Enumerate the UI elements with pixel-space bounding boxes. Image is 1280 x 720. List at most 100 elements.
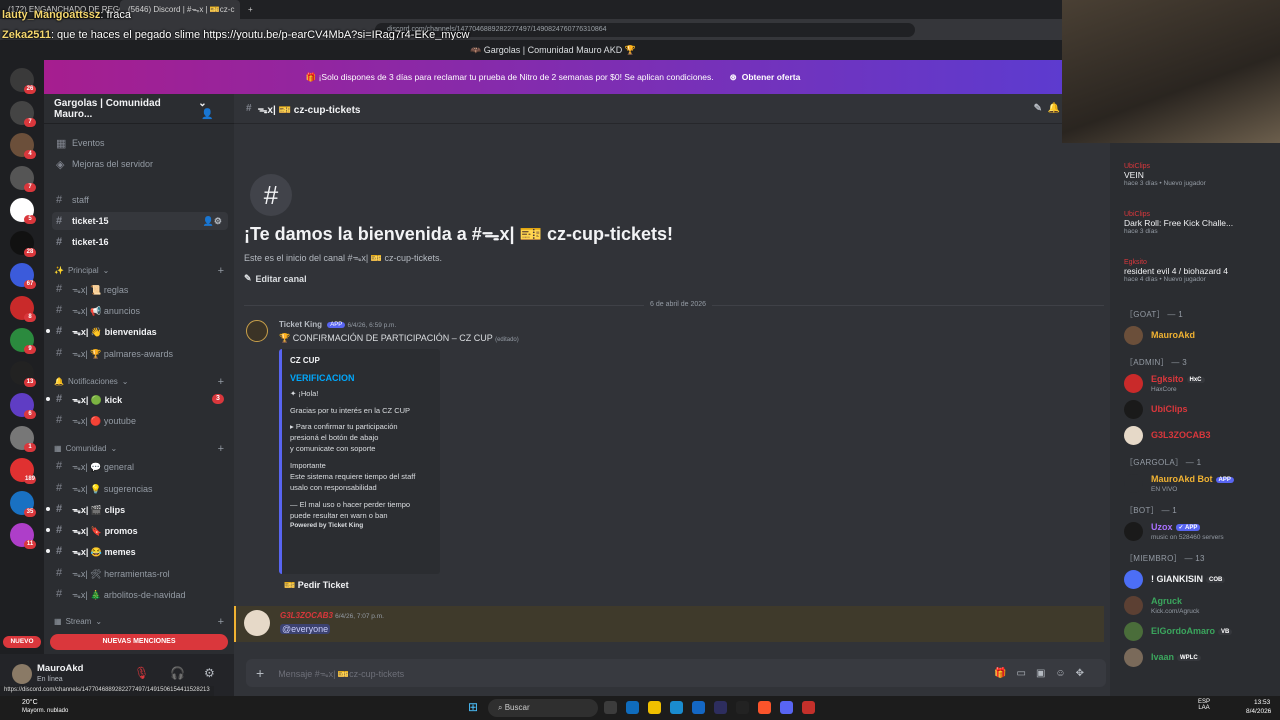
avatar xyxy=(1124,570,1143,589)
member-row[interactable]: Uzox ✓ APP music on 528460 servers xyxy=(1124,519,1278,545)
add-channel-icon[interactable]: + xyxy=(218,616,224,628)
app-icon[interactable] xyxy=(626,701,639,714)
app-icon[interactable] xyxy=(692,701,705,714)
category-comunidad[interactable]: ▦ Comunidad ⌄ + xyxy=(54,443,224,455)
app-icon[interactable] xyxy=(736,701,749,714)
channel-label: ᯓx| 🏆 palmares-awards xyxy=(72,348,173,359)
channel-ticket-15[interactable]: # ticket-15 👤⚙ xyxy=(52,212,228,230)
member-row[interactable]: ! GIANKISIN COB xyxy=(1124,567,1278,593)
channel-label: ᯓx| 📢 anuncios xyxy=(72,305,140,316)
app-icon[interactable] xyxy=(714,701,727,714)
embed-line: y comunicate con soporte xyxy=(290,444,376,454)
discord-icon[interactable] xyxy=(780,701,793,714)
server-badge: 7 xyxy=(24,117,36,127)
member-row[interactable]: UbiClips xyxy=(1124,397,1278,423)
category-stream[interactable]: ▦ Stream ⌄ + xyxy=(54,616,224,628)
member-status: EN VIVO xyxy=(1151,486,1178,493)
member-row[interactable]: MauroAkd xyxy=(1124,323,1278,349)
category-principal[interactable]: ✨ Principal ⌄ + xyxy=(54,265,224,277)
channel-memes[interactable]: # ᯓx| 😂 memes xyxy=(46,542,228,560)
category-notificaciones[interactable]: 🔔 Notificaciones ⌄ + xyxy=(54,376,224,388)
channel-label: ᯓx| 👋 bienvenidas xyxy=(72,326,157,337)
member-row[interactable]: Egksito HxC HaxCore xyxy=(1124,371,1278,397)
channel-clips[interactable]: # ᯓx| 🎬 clips xyxy=(46,500,228,518)
app-icon[interactable] xyxy=(802,701,815,714)
ticket-king-avatar[interactable] xyxy=(246,320,268,342)
add-member-icon[interactable]: ⌄ 👤 xyxy=(198,98,224,120)
activity-card[interactable]: Egksito resident evil 4 / biohazard 4 hace… xyxy=(1124,259,1274,283)
channel-herramientas[interactable]: # ᯓx| 🛠 herramientas-rol xyxy=(52,564,228,582)
channel-label: ᯓx| 😂 memes xyxy=(72,546,136,557)
channel-general[interactable]: # ᯓx| 💬 general xyxy=(52,457,228,475)
member-row[interactable]: ElGordoAmaro VB xyxy=(1124,619,1278,645)
member-row[interactable]: G3L3ZOCAB3 xyxy=(1124,423,1278,449)
browser-tab-active[interactable]: (5646) Discord | #ᯓx | 🎫cz-c xyxy=(120,0,240,19)
message-text: 🏆 CONFIRMACIÓN DE PARTICIPACIÓN – CZ CUP xyxy=(279,333,493,343)
add-channel-icon[interactable]: + xyxy=(218,265,224,277)
channel-label: ᯓx| 🔴 youtube xyxy=(72,415,136,426)
message-author[interactable]: Ticket King xyxy=(279,320,322,329)
everyone-mention[interactable]: @everyone xyxy=(280,624,331,634)
user-settings-icon[interactable]: ⚙ xyxy=(204,666,215,680)
headphones-icon[interactable]: 🎧 xyxy=(170,666,185,680)
activity-game: Dark Roll: Free Kick Challe... xyxy=(1124,218,1234,228)
channel-sugerencias[interactable]: # ᯓx| 💡 sugerencias xyxy=(52,479,228,497)
embed-line: — El mal uso o hacer perder tiempo xyxy=(290,499,411,509)
member-row[interactable]: Ivaan WPLC xyxy=(1124,645,1278,671)
add-channel-icon[interactable]: + xyxy=(218,443,224,455)
edit-channel-button[interactable]: ✎ Editar canal xyxy=(244,273,307,284)
edge-icon[interactable] xyxy=(670,701,683,714)
channel-kick[interactable]: # ᯓx| 🟢 kick 3 xyxy=(46,390,228,408)
message-author[interactable]: G3L3ZOCAB3 xyxy=(280,611,333,620)
server-badge: 5 xyxy=(24,215,36,224)
channel-youtube[interactable]: # ᯓx| 🔴 youtube xyxy=(52,411,228,429)
channel-anuncios[interactable]: # ᯓx| 📢 anuncios xyxy=(52,301,228,319)
member-name-text: MauroAkd xyxy=(1151,330,1196,340)
sidebar-item-eventos[interactable]: ▦ Eventos xyxy=(52,134,228,152)
brave-icon[interactable] xyxy=(758,701,771,714)
stream-chat-line: lauty_Mangoattssz: fraca xyxy=(2,9,131,21)
input-actions-icon[interactable]: 🎁▭▣☺✥ xyxy=(994,668,1094,679)
add-channel-icon[interactable]: + xyxy=(218,376,224,388)
pedir-ticket-button[interactable]: 🎫 Pedir Ticket xyxy=(284,580,349,591)
new-tab-button[interactable]: + xyxy=(240,0,260,19)
channel-palmares[interactable]: # ᯓx| 🏆 palmares-awards xyxy=(52,344,228,362)
boost-icon: ◈ xyxy=(56,158,65,171)
chat-text: : fraca xyxy=(100,9,131,21)
sidebar-item-boosts[interactable]: ◈ Mejoras del servidor xyxy=(52,155,228,173)
avatar[interactable] xyxy=(12,664,32,684)
channel-promos[interactable]: # ᯓx| 🔖 promos xyxy=(46,521,228,539)
language-indicator[interactable]: ESP LAA xyxy=(1198,699,1210,711)
embed-line: Este sistema requiere tiempo del staff xyxy=(290,471,416,481)
avatar[interactable] xyxy=(244,610,270,636)
notification-icon[interactable]: 🔔 xyxy=(1048,103,1060,114)
message-input[interactable]: + Mensaje #ᯓx| 🎫cz-cup-tickets 🎁▭▣☺✥ xyxy=(246,659,1106,687)
channel-label: ᯓx| 🛠 herramientas-rol xyxy=(72,568,170,579)
member-row[interactable]: MauroAkd Bot APP EN VIVO xyxy=(1124,471,1278,497)
plus-icon[interactable]: + xyxy=(256,665,264,681)
server-header[interactable]: Gargolas | Comunidad Mauro... ⌄ 👤 xyxy=(44,94,234,124)
channel-reglas[interactable]: # ᯓx| 📜 reglas xyxy=(52,280,228,298)
channel-arbolitos[interactable]: # ᯓx| 🎄 arbolitos-de-navidad xyxy=(52,585,228,603)
get-offer-button[interactable]: ⊛ Obtener oferta xyxy=(730,72,801,83)
channel-ticket-16[interactable]: # ticket-16 xyxy=(52,233,228,251)
settings-icon[interactable]: 👤⚙ xyxy=(203,216,222,227)
activity-card[interactable]: UbiClips Dark Roll: Free Kick Challe... ha… xyxy=(1124,211,1274,235)
folder-icon[interactable] xyxy=(648,701,661,714)
app-icon[interactable] xyxy=(604,701,617,714)
channel-bienvenidas[interactable]: # ᯓx| 👋 bienvenidas xyxy=(46,322,228,340)
hash-icon: # xyxy=(56,524,63,536)
activity-card[interactable]: UbiClips VEIN hace 3 días • Nuevo jugador xyxy=(1124,163,1274,187)
channel-staff[interactable]: # staff xyxy=(52,191,228,209)
avatar xyxy=(1124,426,1143,445)
mic-muted-icon[interactable]: 🎙 xyxy=(134,666,149,680)
date-divider: 6 de abril de 2026 xyxy=(244,301,1104,308)
embed-line: Gracias por tu interés en la CZ CUP xyxy=(290,405,411,415)
windows-icon[interactable]: ⊞ xyxy=(468,700,478,714)
threads-icon[interactable]: ✎ xyxy=(1034,103,1042,114)
activity-sub: hace 4 días • Nuevo jugador xyxy=(1124,276,1206,283)
member-name-text: Egksito xyxy=(1151,374,1184,384)
new-mentions-button[interactable]: NUEVAS MENCIONES xyxy=(50,634,228,650)
taskbar-search[interactable]: ⌕ Buscar xyxy=(488,699,598,717)
member-row[interactable]: Agruck Kick.com/Agruck xyxy=(1124,593,1278,619)
